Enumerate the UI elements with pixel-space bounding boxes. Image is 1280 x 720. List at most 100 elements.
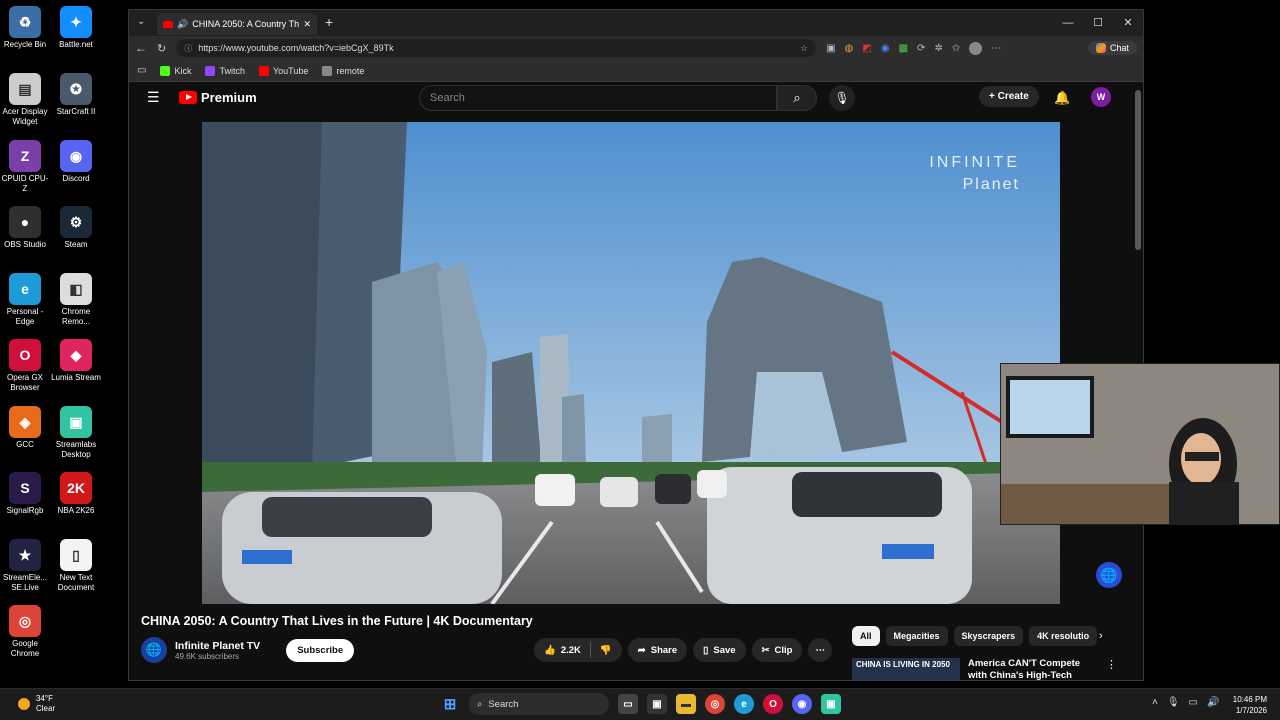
tab-active[interactable]: 🔊 CHINA 2050: A Country That Lives in th…	[157, 13, 317, 35]
desktop-icon[interactable]: ● OBS Studio	[0, 206, 50, 250]
logo-text: Premium	[201, 90, 257, 105]
more-actions-button[interactable]: ⋯	[808, 638, 832, 662]
desktop-icon[interactable]: ▯ New Text Document	[51, 539, 101, 593]
desktop-icon[interactable]: O Opera GX Browser	[0, 339, 50, 393]
desktop-app-icon: ◉	[60, 140, 92, 172]
desktop-icon[interactable]: ★ StreamEle... SE.Live	[0, 539, 50, 593]
bookmark-youtube[interactable]: YouTube	[258, 65, 308, 76]
back-icon[interactable]: ←	[135, 41, 147, 55]
scissors-icon: ✂	[761, 644, 770, 656]
kick-icon	[160, 65, 171, 76]
desktop-icon[interactable]: 2K NBA 2K26	[51, 472, 101, 516]
windows-start-icon[interactable]: ⊞	[440, 694, 460, 714]
bookmark-remote[interactable]: remote	[322, 65, 364, 76]
search-input[interactable]: Search	[419, 85, 777, 111]
minimize-button[interactable]: —	[1053, 10, 1083, 36]
chip-4k[interactable]: 4K resolutio	[1029, 626, 1098, 646]
youtube-favicon-icon	[163, 20, 173, 28]
desktop-icon[interactable]: ◧ Chrome Remo...	[51, 273, 101, 327]
maximize-button[interactable]: ☐	[1083, 10, 1113, 36]
desktop-icon[interactable]: ◎ Google Chrome	[0, 605, 50, 659]
bookmark-twitch[interactable]: Twitch	[205, 65, 245, 76]
recommended-thumbnail[interactable]: CHINA IS LIVING IN 2050	[852, 658, 960, 680]
copilot-chat-button[interactable]: Chat	[1087, 41, 1137, 55]
extension-icon[interactable]: ◉	[881, 43, 890, 54]
network-icon[interactable]: ▭	[1189, 697, 1198, 708]
like-button[interactable]: 👍 2.2K 👎	[534, 638, 622, 662]
favorites-icon[interactable]: ✩	[952, 43, 960, 54]
share-button[interactable]: ➦ Share	[627, 638, 688, 662]
desktop-icon[interactable]: S SignalRgb	[0, 472, 50, 516]
desktop-icon[interactable]: ◆ Lumia Stream	[51, 339, 101, 383]
weather-widget[interactable]: 34°F Clear	[18, 694, 55, 714]
more-vertical-icon[interactable]: ⋮	[1106, 658, 1117, 680]
chevron-right-icon[interactable]: ›	[1099, 630, 1103, 642]
desktop-icon[interactable]: ▤ Acer Display Widget	[0, 73, 50, 127]
profile-icon[interactable]	[969, 41, 983, 55]
desktop-icon[interactable]: ▣ Streamlabs Desktop	[51, 406, 101, 460]
chip-skyscrapers[interactable]: Skyscrapers	[953, 626, 1024, 646]
chip-all[interactable]: All	[852, 626, 880, 646]
url-field[interactable]: ⓘ https://www.youtube.com/watch?v=iebCgX…	[176, 39, 817, 57]
create-button[interactable]: + Create	[979, 86, 1039, 107]
chip-megacities[interactable]: Megacities	[885, 626, 948, 646]
clock[interactable]: 10:46 PM 1/7/2026	[1225, 694, 1267, 716]
volume-icon[interactable]: 🔊	[1207, 697, 1219, 708]
chevron-up-icon[interactable]: ˄	[1152, 697, 1158, 708]
page-scrollbar[interactable]	[1135, 90, 1141, 250]
desktop-icon[interactable]: Z CPUID CPU-Z	[0, 140, 50, 194]
chrome-icon[interactable]: ◎	[705, 694, 725, 714]
microphone-icon[interactable]: 🎙	[1167, 697, 1180, 708]
opera-gx-icon[interactable]: O	[763, 694, 783, 714]
hamburger-menu-icon[interactable]: ☰	[147, 89, 160, 106]
account-avatar[interactable]: W	[1091, 87, 1111, 107]
extension-icon[interactable]: ◩	[862, 43, 871, 54]
desktop-icon[interactable]: ✪ StarCraft II	[51, 73, 101, 117]
speaker-icon[interactable]: 🔊	[177, 19, 188, 30]
streamlabs-icon[interactable]: ▣	[821, 694, 841, 714]
close-button[interactable]: ✕	[1113, 10, 1143, 36]
thumbs-down-icon[interactable]: 👎	[600, 645, 612, 656]
video-player[interactable]: INFINITE Planet	[202, 122, 1060, 604]
channel-avatar[interactable]: 🌐	[141, 637, 167, 663]
widgets-icon[interactable]: ▣	[647, 694, 667, 714]
extension-icon[interactable]: ▣	[826, 43, 835, 54]
taskbar-search-label: Search	[488, 698, 519, 710]
recommended-title[interactable]: America CAN'T Compete with China's High-…	[968, 658, 1098, 680]
desktop-icon[interactable]: ✦ Battle.net	[51, 6, 101, 50]
desktop-icon[interactable]: e Personal - Edge	[0, 273, 50, 327]
taskbar-search[interactable]: ⌕ Search	[469, 693, 609, 715]
extension-icon[interactable]: ◍	[845, 43, 854, 54]
reading-list-icon[interactable]: ▭	[137, 65, 146, 76]
discord-icon[interactable]: ◉	[792, 694, 812, 714]
desktop-icon[interactable]: ◈ GCC	[0, 406, 50, 450]
recommended-video[interactable]: CHINA IS LIVING IN 2050 America CAN'T Co…	[852, 658, 1117, 680]
extension-icon[interactable]: ▩	[899, 43, 908, 54]
task-view-icon[interactable]: ▭	[618, 694, 638, 714]
refresh-icon[interactable]: ↻	[157, 42, 166, 55]
site-info-icon[interactable]: ⓘ	[184, 43, 192, 54]
edge-icon[interactable]: e	[734, 694, 754, 714]
subscribe-button[interactable]: Subscribe	[286, 638, 355, 662]
bookmark-kick[interactable]: Kick	[160, 65, 191, 76]
desktop-icon[interactable]: ♻ Recycle Bin	[0, 6, 50, 50]
puzzle-icon[interactable]: ✲	[934, 43, 942, 54]
new-tab-button[interactable]: +	[325, 14, 333, 30]
favorite-star-icon[interactable]: ☆	[800, 43, 808, 54]
globe-icon[interactable]: 🌐	[1096, 562, 1122, 588]
webcam-image	[1001, 364, 1279, 524]
channel-name[interactable]: Infinite Planet TV	[175, 640, 260, 652]
desktop-icon[interactable]: ⚙ Steam	[51, 206, 101, 250]
more-menu-icon[interactable]: ⋯	[991, 43, 1001, 54]
youtube-logo[interactable]: Premium	[179, 90, 257, 105]
tab-close-icon[interactable]: ✕	[303, 19, 311, 30]
save-button[interactable]: ▯ Save	[693, 638, 746, 662]
desktop-icon[interactable]: ◉ Discord	[51, 140, 101, 184]
refresh-extension-icon[interactable]: ⟳	[917, 43, 925, 54]
notifications-bell-icon[interactable]: 🔔	[1054, 90, 1070, 106]
tab-menu-icon[interactable]: ⌄	[137, 16, 145, 27]
voice-search-button[interactable]: 🎙	[829, 85, 855, 111]
search-button[interactable]: ⌕	[777, 85, 817, 111]
file-explorer-icon[interactable]: ▬	[676, 694, 696, 714]
clip-button[interactable]: ✂ Clip	[751, 638, 803, 662]
